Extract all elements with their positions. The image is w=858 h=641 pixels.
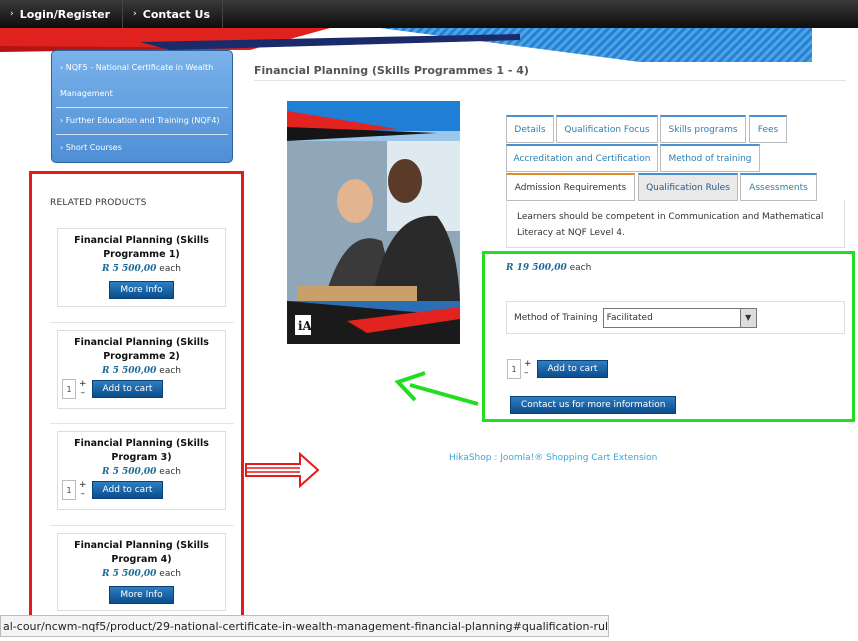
top-nav-bar: › Login/Register › Contact Us — [0, 0, 858, 28]
sidebar-item-label: NQF5 - National Certificate in Wealth — [65, 63, 214, 72]
browser-status-bar: al-cour/ncwm-nqf5/product/29-national-ce… — [0, 615, 609, 637]
tab-details[interactable]: Details — [506, 115, 554, 143]
sidebar-item-fet-nqf4[interactable]: › Further Education and Training (NQF4) — [56, 108, 228, 135]
nav-login-register[interactable]: › Login/Register — [0, 0, 124, 28]
tab-skills-programs[interactable]: Skills programs — [660, 115, 746, 143]
sidebar-menu: › NQF5 - National Certificate in Wealth … — [51, 50, 233, 163]
svg-text:iA: iA — [298, 319, 313, 333]
tab-label: Qualification Rules — [646, 182, 730, 193]
chevron-right-icon: › — [133, 9, 137, 19]
red-annotation-box — [29, 171, 244, 618]
product-title: Financial Planning (Skills Programmes 1 … — [254, 64, 529, 77]
sidebar-item-nqf5-cont[interactable]: Management — [56, 81, 228, 108]
top-nav: › Login/Register › Contact Us — [0, 0, 223, 28]
hikashop-footer-link[interactable]: HikaShop : Joomla!® Shopping Cart Extens… — [449, 453, 657, 463]
sidebar-item-nqf5[interactable]: › NQF5 - National Certificate in Wealth — [56, 55, 228, 81]
tab-label: Accreditation and Certification — [513, 153, 651, 164]
tab-content: Learners should be competent in Communic… — [506, 200, 845, 248]
sidebar-item-label: Management — [60, 89, 113, 98]
product-photo: iA — [287, 101, 460, 344]
tab-fees[interactable]: Fees — [749, 115, 787, 143]
product-image[interactable]: iA — [287, 101, 460, 344]
chevron-right-icon: › — [10, 9, 14, 19]
tab-label: Assessments — [749, 182, 808, 193]
nav-label: Login/Register — [19, 7, 111, 21]
tab-label: Skills programs — [668, 124, 738, 135]
sidebar-item-label: Short Courses — [65, 143, 122, 152]
red-arrow — [245, 451, 320, 489]
nav-label: Contact Us — [142, 7, 210, 21]
green-arrow — [394, 371, 479, 406]
tab-accreditation[interactable]: Accreditation and Certification — [506, 144, 658, 172]
page: › Login/Register › Contact Us › NQF5 - N… — [0, 0, 858, 641]
sidebar-item-short-courses[interactable]: › Short Courses — [56, 135, 228, 161]
tab-label: Qualification Focus — [564, 124, 650, 135]
tab-method-of-training[interactable]: Method of training — [660, 144, 760, 172]
sidebar-item-label: Further Education and Training (NQF4) — [65, 116, 220, 125]
nav-contact-us[interactable]: › Contact Us — [123, 0, 223, 28]
tab-admission-requirements[interactable]: Admission Requirements — [506, 173, 635, 201]
tab-assessments[interactable]: Assessments — [740, 173, 817, 201]
tab-label: Fees — [757, 124, 779, 135]
tab-label: Admission Requirements — [514, 182, 627, 193]
title-divider — [254, 80, 846, 81]
tab-label: Method of training — [668, 153, 752, 164]
tab-qualification-rules[interactable]: Qualification Rules — [638, 173, 738, 201]
tab-qualification-focus[interactable]: Qualification Focus — [556, 115, 658, 143]
green-annotation-box — [482, 251, 855, 422]
tab-label: Details — [514, 124, 546, 135]
